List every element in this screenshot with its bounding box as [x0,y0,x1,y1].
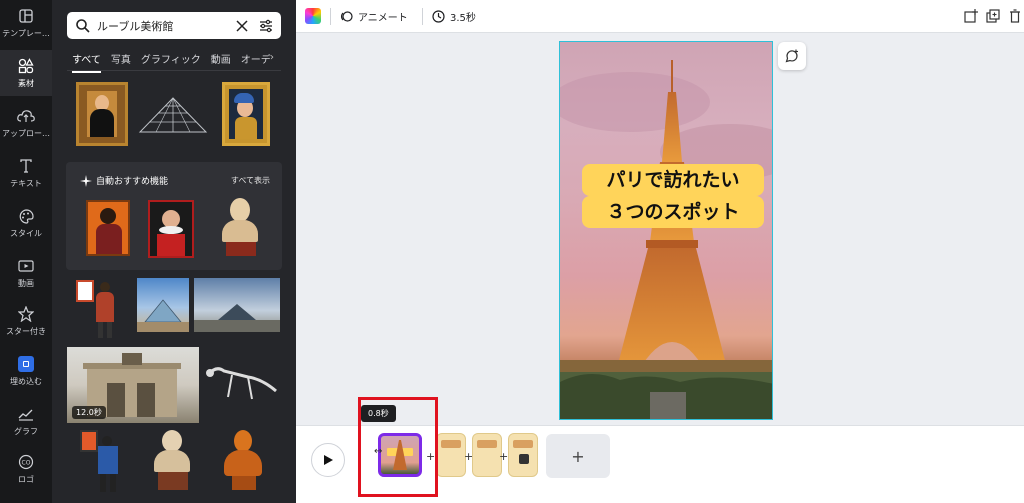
sidebar-item-charts[interactable]: グラフ [0,398,52,444]
dinosaur-skeleton-graphic[interactable] [202,357,282,409]
title-text-line-2[interactable]: ３つのスポット [582,196,764,228]
side-navigation: テンプレー… 素材 アップロー… テキスト スタイル 動画 スター付き 埋め込む… [0,0,52,503]
bust-statue-graphic[interactable] [216,196,266,258]
add-page-button[interactable]: + [546,434,610,478]
logo-icon: CO [16,453,36,471]
louvre-photo-1[interactable] [137,278,189,332]
portrait-orange-graphic[interactable] [86,200,130,256]
palette-icon [16,207,36,225]
chart-icon [16,405,36,423]
eiffel-tower-photo [560,60,772,419]
elements-panel: ルーブル美術館 すべて 写真 グラフィック 動画 オーデ › 自動おすすめ機能 … [52,0,296,503]
editor-toolbar: アニメート 3.5秒 [296,0,1024,33]
color-picker-button[interactable] [305,8,321,24]
timeline-clip-4[interactable] [508,433,538,477]
comment-icon [785,49,798,63]
elements-icon [16,57,36,75]
bust-statue-graphic-2[interactable] [150,428,196,494]
embed-icon [16,355,36,373]
sidebar-item-label: スター付き [6,327,46,336]
sparkle-icon [80,174,92,187]
play-button[interactable] [311,443,345,477]
upload-cloud-icon [16,107,36,125]
sidebar-item-embed[interactable]: 埋め込む [0,348,52,394]
timeline-clip-2[interactable] [436,433,466,477]
auto-recommend-title: 自動おすすめ機能 [96,177,169,187]
sidebar-item-label: アップロー… [2,129,50,138]
filter-icon[interactable] [259,19,273,33]
add-page-icon[interactable] [964,9,978,23]
orange-bust-graphic[interactable] [220,428,268,494]
auto-recommend-heading: 自動おすすめ機能 [80,174,168,187]
sidebar-item-label: スタイル [10,229,42,238]
template-icon [16,7,36,25]
svg-text:CO: CO [22,459,31,466]
star-icon [16,305,36,323]
sidebar-item-label: テンプレー… [2,29,50,38]
delete-page-icon[interactable] [1008,9,1022,23]
search-bar[interactable]: ルーブル美術館 [67,12,281,39]
animate-button[interactable]: アニメート [340,9,408,24]
arc-carrousel-video[interactable]: 12.0秒 [67,347,199,423]
play-icon [324,455,333,465]
toolbar-divider [422,8,423,25]
tabs-divider [67,70,281,71]
design-canvas[interactable]: パリで訪れたい ３つのスポット [559,41,773,420]
sidebar-item-starred[interactable]: スター付き [0,298,52,344]
sidebar-item-label: グラフ [14,427,38,436]
sidebar-item-logos[interactable]: CO ロゴ [0,446,52,492]
animate-icon [341,11,353,22]
add-comment-button[interactable] [778,42,806,70]
video-duration-badge: 12.0秒 [72,406,106,419]
duration-button[interactable]: 3.5秒 [432,9,476,24]
text-icon [16,157,36,175]
title-text-line-1[interactable]: パリで訪れたい [582,164,764,196]
animate-label: アニメート [358,13,408,24]
portrait-ruff-graphic[interactable] [148,200,194,258]
museum-visitor-graphic[interactable] [74,278,124,340]
mona-lisa-graphic[interactable] [76,82,128,146]
search-input[interactable]: ルーブル美術館 [97,18,235,34]
sidebar-item-videos[interactable]: 動画 [0,250,52,296]
sidebar-item-label: 動画 [18,279,34,288]
pearl-earring-graphic[interactable] [222,82,270,146]
search-icon [76,18,90,33]
toolbar-divider [330,8,331,25]
sidebar-item-elements[interactable]: 素材 [0,50,52,96]
clip-duration-tooltip: 0.8秒 [361,405,396,422]
see-all-link[interactable]: すべて表示 [231,175,270,186]
louvre-pyramid-graphic[interactable] [138,96,208,134]
add-transition-plus[interactable]: + [499,450,508,463]
sidebar-item-styles[interactable]: スタイル [0,200,52,246]
sidebar-item-templates[interactable]: テンプレー… [0,0,52,46]
sidebar-item-label: テキスト [10,179,42,188]
duplicate-page-icon[interactable] [986,9,1000,23]
clock-icon [432,10,445,23]
clear-search-icon[interactable] [235,19,249,33]
sidebar-item-uploads[interactable]: アップロー… [0,100,52,146]
gallery-people-graphic[interactable] [76,428,124,494]
duration-label: 3.5秒 [450,13,476,24]
sidebar-item-label: 埋め込む [10,377,42,386]
louvre-photo-2[interactable] [194,278,280,332]
video-icon [16,257,36,275]
timeline-clip-3[interactable] [472,433,502,477]
sidebar-item-label: 素材 [18,79,34,88]
auto-recommend-section: 自動おすすめ機能 すべて表示 [66,162,282,270]
sidebar-item-label: ロゴ [18,475,34,484]
tabs-scroll-right-icon[interactable]: › [270,52,274,63]
sidebar-item-text[interactable]: テキスト [0,150,52,196]
